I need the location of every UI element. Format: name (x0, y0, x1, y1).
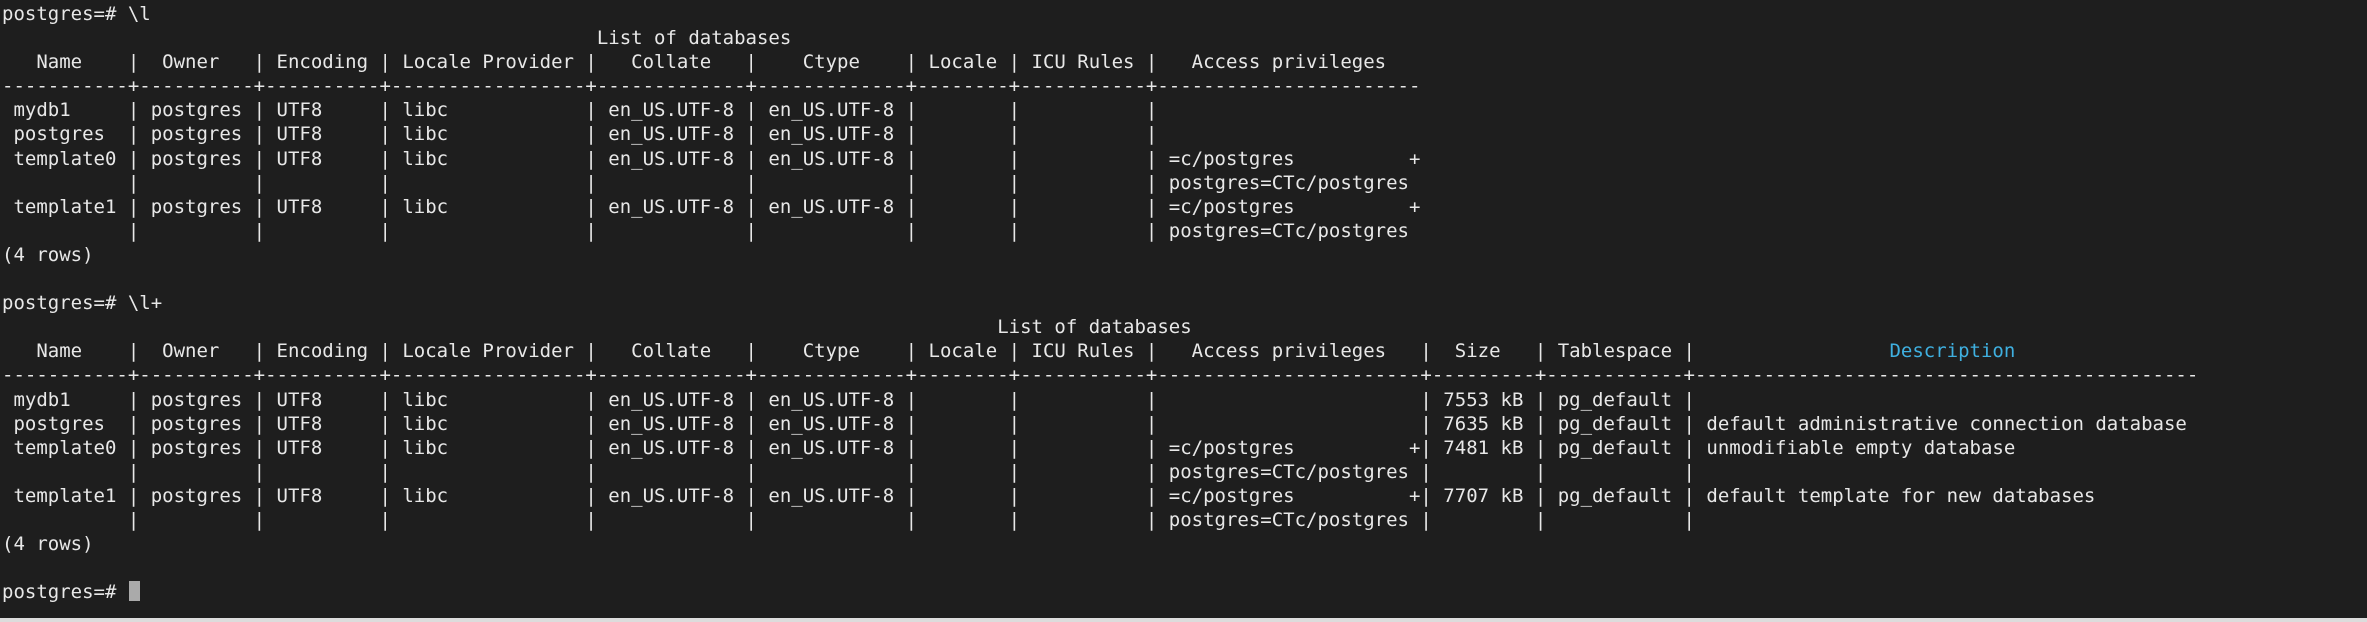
terminal-line: postgres=# \l+ (2, 292, 163, 315)
table-row: template0 | postgres | UTF8 | libc | en_… (2, 147, 1421, 170)
table-separator: -----------+----------+----------+------… (2, 364, 2199, 387)
text-cursor (128, 581, 140, 602)
window-bottom-border (0, 618, 2367, 622)
table-header-row: Name | Owner | Encoding | Locale Provide… (2, 340, 2016, 363)
table-header-row: Name | Owner | Encoding | Locale Provide… (2, 51, 1421, 74)
terminal-line: List of databases (2, 316, 1192, 339)
table-row: mydb1 | postgres | UTF8 | libc | en_US.U… (2, 388, 1707, 411)
table-row: | | | | | | | | postgres=CTc/postgres | … (2, 460, 1707, 483)
table-row: | | | | | | | | postgres=CTc/postgres (2, 171, 1409, 194)
terminal-window[interactable]: postgres=# \l List of databases Name | O… (2, 2, 2362, 616)
table-row: mydb1 | postgres | UTF8 | libc | en_US.U… (2, 99, 1169, 122)
table-separator: -----------+----------+----------+------… (2, 75, 1421, 98)
table-row: | | | | | | | | postgres=CTc/postgres (2, 219, 1409, 242)
command-prompt-line[interactable]: postgres=# (2, 580, 2362, 604)
table-row: postgres | postgres | UTF8 | libc | en_U… (2, 412, 2187, 435)
description-header: Description (1889, 340, 2016, 363)
table-row: | | | | | | | | postgres=CTc/postgres | … (2, 508, 1707, 531)
terminal-line: List of databases (2, 27, 792, 50)
row-count: (4 rows) (2, 533, 94, 556)
terminal-line: postgres=# \l (2, 3, 151, 25)
table-row: template1 | postgres | UTF8 | libc | en_… (2, 484, 2096, 507)
prompt: postgres=# (2, 581, 128, 604)
table-row: postgres | postgres | UTF8 | libc | en_U… (2, 123, 1169, 146)
row-count: (4 rows) (2, 243, 94, 266)
table-row: template0 | postgres | UTF8 | libc | en_… (2, 436, 2016, 459)
table-row: template1 | postgres | UTF8 | libc | en_… (2, 195, 1421, 218)
